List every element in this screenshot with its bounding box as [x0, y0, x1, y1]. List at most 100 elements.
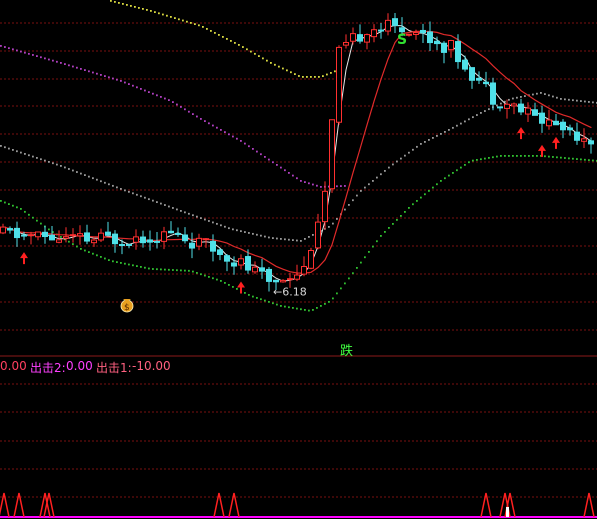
candle-body [42, 231, 48, 238]
dots-gray-dot [188, 212, 190, 215]
dots-magenta-dot [168, 99, 170, 101]
dots-green-dot [48, 228, 50, 231]
low-price-label: ←6.18 [273, 286, 307, 299]
candle-body [574, 131, 580, 141]
candle-body [154, 240, 160, 243]
dots-gray-dot [148, 198, 150, 201]
dots-magenta-dot [136, 86, 138, 89]
dots-gray-dot [564, 98, 566, 101]
dots-yellow-dot [126, 4, 128, 6]
dots-gray-dot [360, 190, 362, 192]
dots-gray-dot [128, 190, 130, 193]
dots-yellow-dot [242, 46, 244, 48]
candle [196, 233, 202, 251]
dots-gray-dot [568, 98, 570, 101]
dots-green-dot [488, 157, 490, 159]
dots-green-dot [536, 155, 538, 157]
indicator-first-value: 0.00 [0, 359, 27, 373]
dots-yellow-dot [286, 69, 288, 72]
candle [483, 71, 489, 88]
candle-body [560, 121, 566, 131]
candle-body [14, 227, 20, 239]
candle [238, 254, 244, 270]
candle-body [434, 40, 440, 45]
candle [7, 226, 13, 234]
dots-yellow-dot [114, 1, 116, 3]
dots-yellow-dot [206, 28, 208, 30]
dots-green-dot [124, 262, 126, 265]
dots-magenta-dot [88, 70, 90, 73]
dots-yellow-dot [214, 32, 216, 34]
dots-green-dot [392, 223, 394, 225]
dots-green-dot [236, 288, 238, 290]
candle [539, 105, 545, 133]
dots-magenta-dot [256, 150, 258, 153]
candle [126, 243, 132, 249]
dots-gray-dot [8, 147, 10, 150]
dots-green-dot [548, 155, 550, 158]
dots-yellow-dot [110, 0, 112, 2]
candle [371, 24, 377, 43]
dots-green-dot [364, 256, 366, 259]
dots-magenta-dot [344, 185, 346, 187]
dots-gray-dot [292, 239, 294, 241]
candle-body [273, 279, 279, 283]
candle-body [532, 109, 538, 116]
dots-magenta-dot [24, 51, 26, 54]
dots-magenta-dot [268, 158, 270, 161]
candle-body [392, 18, 398, 26]
dots-gray-dot [512, 97, 514, 100]
candle-body [105, 231, 111, 236]
candle-body [350, 33, 356, 42]
dots-magenta-dot [212, 124, 214, 127]
candle-body [315, 221, 321, 249]
dots-yellow-dot [194, 23, 196, 25]
dots-gray-dot [276, 237, 278, 240]
dots-magenta-dot [32, 54, 34, 56]
candle-body [364, 34, 370, 43]
dots-magenta-dot [292, 174, 294, 177]
dots-magenta-dot [340, 185, 342, 187]
dots-gray-dot [540, 92, 542, 94]
dots-gray-dot [240, 230, 242, 233]
candle-body [49, 234, 55, 241]
dots-yellow-dot [262, 57, 264, 60]
dots-gray-dot [368, 183, 370, 186]
candle [133, 229, 139, 250]
dots-yellow-dot [202, 26, 204, 28]
candle-body [553, 120, 559, 126]
dots-gray-dot [36, 157, 38, 159]
dots-yellow-dot [178, 18, 180, 21]
candle-body [539, 112, 545, 124]
dots-gray-dot [136, 193, 138, 196]
dots-magenta-dot [164, 97, 166, 100]
dots-gray-dot [92, 177, 94, 180]
dots-green-dot [232, 286, 234, 288]
candle [259, 258, 265, 279]
dots-green-dot [408, 207, 410, 209]
dots-magenta-dot [128, 83, 130, 85]
dots-green-dot [84, 249, 86, 252]
candle [301, 256, 307, 277]
dots-gray-dot [428, 139, 430, 141]
indicator-chuji2-value: 0.00 [66, 359, 93, 373]
dots-green-dot [4, 201, 6, 204]
candle-body [308, 249, 314, 269]
dots-magenta-dot [288, 172, 290, 174]
candle-body [77, 233, 83, 237]
candle-body [420, 29, 426, 34]
candle [252, 261, 258, 274]
dots-magenta-dot [308, 182, 310, 185]
dots-yellow-dot [254, 52, 256, 55]
dots-magenta-dot [44, 57, 46, 60]
dots-magenta-dot [240, 140, 242, 142]
dots-green-dot [436, 183, 438, 186]
dots-green-dot [448, 174, 450, 177]
dots-yellow-dot [278, 65, 280, 68]
dots-magenta-dot [204, 120, 206, 122]
dots-magenta-dot [236, 137, 238, 140]
dots-green-dot [60, 236, 62, 238]
candle-body [56, 239, 62, 243]
dots-gray-dot [404, 154, 406, 157]
dots-magenta-dot [184, 108, 186, 111]
